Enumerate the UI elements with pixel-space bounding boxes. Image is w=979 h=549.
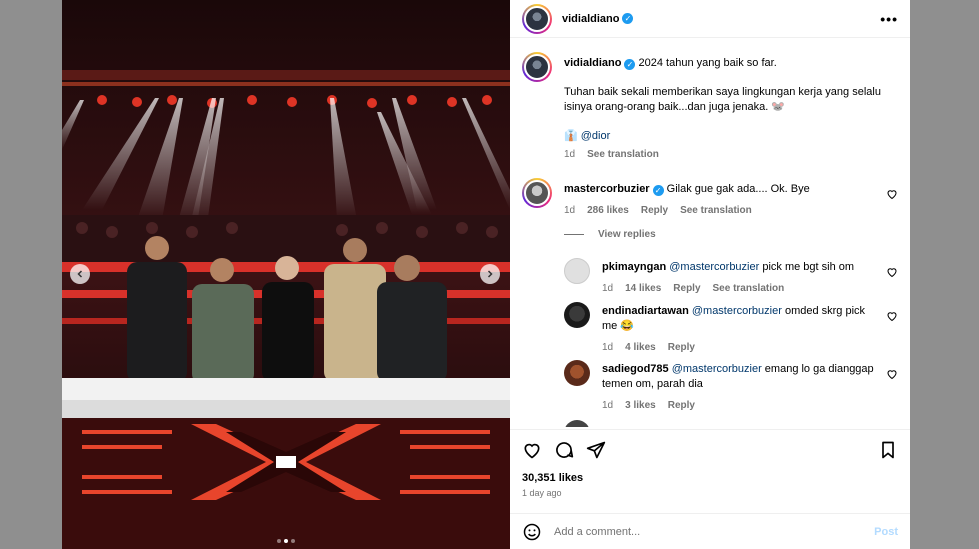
post-timestamp[interactable]: 1 day ago [522, 488, 898, 498]
comment-item: mastercorbuzier ✓ Gilak gue gak ada.... O… [522, 178, 898, 218]
reply-likes[interactable]: 3 likes [625, 398, 656, 413]
carousel-dot [277, 539, 281, 543]
reply-avatar[interactable] [564, 258, 590, 284]
commenter-avatar[interactable] [522, 178, 552, 208]
comment-likes[interactable]: 286 likes [587, 203, 629, 218]
heart-icon[interactable] [886, 368, 898, 380]
comment-bubble-icon[interactable] [554, 440, 574, 460]
post-header: vidialdiano ✓ ••• [510, 0, 910, 38]
reply-username[interactable]: sadiegod785 [602, 363, 669, 375]
backdrop-left[interactable] [0, 0, 62, 549]
share-send-icon[interactable] [586, 440, 606, 460]
reply-text: pick me bgt sih om [762, 261, 855, 273]
heart-icon[interactable] [886, 310, 898, 322]
more-options-button[interactable]: ••• [880, 11, 898, 27]
reply-reply-button[interactable]: Reply [668, 340, 695, 355]
reply-mention[interactable]: @mastercorbuzier [672, 363, 762, 375]
caption-avatar[interactable] [522, 52, 552, 82]
reply-reply-button[interactable]: Reply [673, 281, 700, 296]
heart-icon[interactable] [886, 188, 898, 200]
post-actions: 30,351 likes 1 day ago [510, 429, 910, 498]
reply-time[interactable]: 1d [602, 340, 613, 355]
reply-mention[interactable]: @mastercorbuzier [692, 305, 782, 317]
post-comment-button[interactable]: Post [874, 526, 898, 538]
reply-likes[interactable]: 14 likes [625, 281, 661, 296]
like-heart-icon[interactable] [522, 440, 542, 460]
add-comment-input[interactable] [554, 525, 863, 538]
post-panel: vidialdiano ✓ ••• vidialdiano ✓ 2024 tahu… [510, 0, 910, 549]
carousel-prev-button[interactable] [70, 264, 90, 284]
reply-time[interactable]: 1d [602, 281, 613, 296]
verified-badge-icon: ✓ [652, 185, 664, 196]
reply-username[interactable]: pkimayngan [602, 261, 666, 273]
reply-item-partial [564, 420, 898, 427]
view-replies-button[interactable]: View replies [564, 229, 656, 240]
author-username[interactable]: vidialdiano [562, 13, 619, 25]
author-avatar[interactable] [522, 3, 552, 34]
reply-avatar[interactable] [564, 420, 590, 427]
reply-reply-button[interactable]: Reply [668, 398, 695, 413]
chevron-left-icon [77, 270, 83, 278]
caption-see-translation[interactable]: See translation [587, 147, 659, 162]
reply-time[interactable]: 1d [602, 398, 613, 413]
reply-item: endinadiartawan @mastercorbuzier omded s… [564, 302, 898, 355]
divider-line [564, 234, 584, 235]
heart-icon[interactable] [886, 266, 898, 278]
carousel-dot [291, 539, 295, 543]
likes-count[interactable]: 30,351 likes [522, 472, 898, 484]
reply-mention[interactable]: @mastercorbuzier [669, 261, 759, 273]
carousel-dots [62, 539, 510, 543]
reply-username[interactable]: endinadiartawan [602, 305, 689, 317]
caption-text-line2: Tuhan baik sekali memberikan saya lingku… [564, 86, 881, 113]
comment-reply-button[interactable]: Reply [641, 203, 668, 218]
stage-photo-illustration [62, 0, 510, 549]
chevron-right-icon [487, 270, 493, 278]
bookmark-icon[interactable] [878, 440, 898, 460]
reply-avatar[interactable] [564, 302, 590, 328]
carousel-next-button[interactable] [480, 264, 500, 284]
reply-see-translation[interactable]: See translation [713, 281, 785, 296]
comments-section[interactable]: vidialdiano ✓ 2024 tahun yang baik so far… [510, 42, 910, 427]
post-photo [62, 0, 510, 549]
comment-see-translation[interactable]: See translation [680, 203, 752, 218]
reply-item: pkimayngan @mastercorbuzier pick me bgt … [564, 258, 898, 296]
view-replies-label: View replies [598, 229, 656, 240]
backdrop-right[interactable] [910, 0, 979, 549]
verified-badge-icon: ✓ [624, 59, 636, 70]
comment-time[interactable]: 1d [564, 203, 575, 218]
add-comment-bar: Post [510, 513, 910, 549]
emoji-icon[interactable] [522, 522, 542, 542]
verified-badge-icon: ✓ [622, 13, 634, 24]
reply-likes[interactable]: 4 likes [625, 340, 656, 355]
caption: vidialdiano ✓ 2024 tahun yang baik so far… [522, 52, 898, 162]
comment-text: Gilak gue gak ada.... Ok. Bye [666, 183, 810, 195]
reply-avatar[interactable] [564, 360, 590, 386]
comment-username[interactable]: mastercorbuzier [564, 183, 650, 195]
reply-item: sadiegod785 @mastercorbuzier emang lo ga… [564, 360, 898, 413]
caption-tag[interactable]: 👔 @dior [564, 129, 898, 144]
caption-username[interactable]: vidialdiano [564, 57, 621, 69]
carousel-dot-active [284, 539, 288, 543]
caption-time[interactable]: 1d [564, 147, 575, 162]
caption-text-line1: 2024 tahun yang baik so far. [638, 57, 777, 69]
